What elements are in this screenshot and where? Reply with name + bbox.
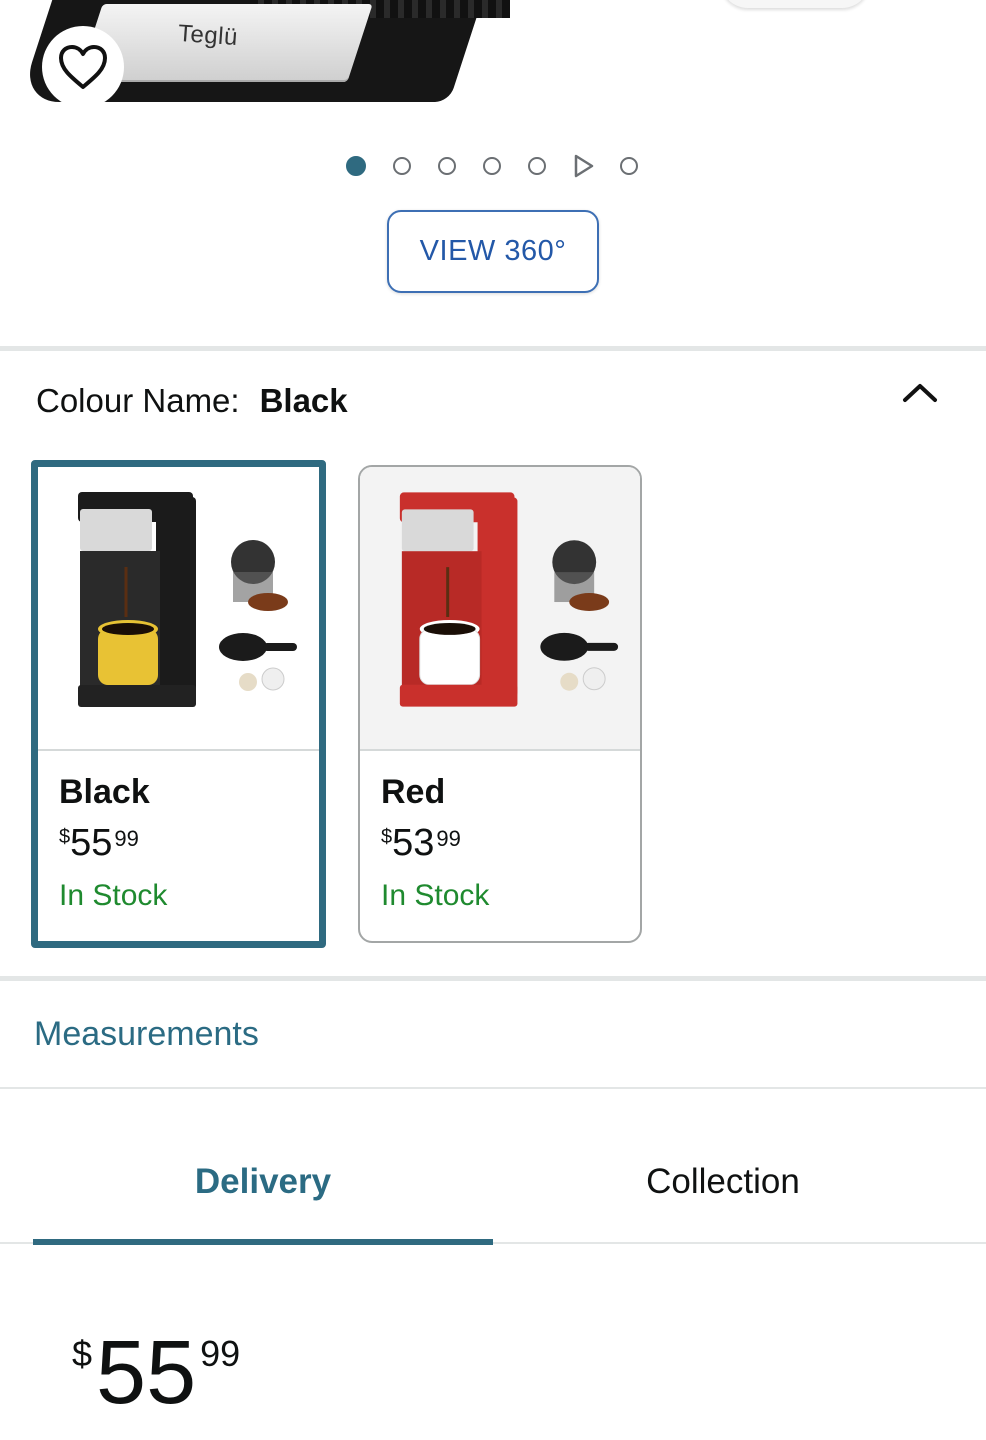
price-whole: 55 bbox=[96, 1323, 197, 1423]
tab-collection[interactable]: Collection bbox=[493, 1162, 953, 1202]
coffee-maker-image bbox=[360, 467, 640, 749]
option-price: $5599 bbox=[59, 822, 319, 865]
price-cents: 99 bbox=[200, 1333, 241, 1374]
view-360-button[interactable]: VIEW 360° bbox=[387, 210, 599, 293]
tab-delivery[interactable]: Delivery bbox=[33, 1162, 493, 1202]
section-divider bbox=[0, 1087, 986, 1089]
carousel-dot[interactable] bbox=[620, 157, 638, 175]
section-divider bbox=[0, 976, 986, 981]
brand-text: Teglü bbox=[177, 19, 239, 52]
colour-option-black[interactable]: Black $5599 In Stock bbox=[31, 460, 326, 948]
currency-symbol: $ bbox=[59, 826, 71, 848]
colour-option-red[interactable]: Red $5399 In Stock bbox=[358, 465, 642, 943]
option-name: Black bbox=[59, 773, 150, 811]
chevron-up-icon[interactable] bbox=[900, 378, 940, 408]
stock-status: In Stock bbox=[59, 879, 168, 912]
currency-symbol: $ bbox=[381, 826, 393, 848]
accessory-image-fragment bbox=[720, 0, 870, 8]
price-display: $55 99 bbox=[72, 1328, 240, 1418]
currency-symbol: $ bbox=[72, 1333, 93, 1374]
carousel-dot[interactable] bbox=[393, 157, 411, 175]
heart-icon bbox=[59, 45, 107, 89]
coffee-maker-image bbox=[38, 467, 319, 749]
carousel-dot[interactable] bbox=[483, 157, 501, 175]
wishlist-button[interactable] bbox=[42, 26, 124, 108]
measurements-link[interactable]: Measurements bbox=[34, 1015, 259, 1054]
colour-name-row: Colour Name: Black bbox=[36, 382, 348, 420]
stock-status: In Stock bbox=[381, 879, 490, 912]
carousel-dot[interactable] bbox=[438, 157, 456, 175]
option-thumbnail bbox=[360, 467, 640, 751]
carousel-dot[interactable] bbox=[528, 157, 546, 175]
colour-name-label: Colour Name: bbox=[36, 382, 240, 419]
price-whole: 55 bbox=[70, 822, 113, 864]
carousel-indicator bbox=[346, 154, 665, 178]
video-play-icon[interactable] bbox=[573, 154, 595, 178]
selected-colour: Black bbox=[259, 382, 348, 419]
active-tab-indicator bbox=[33, 1239, 493, 1245]
price-cents: 99 bbox=[114, 826, 139, 851]
option-name: Red bbox=[381, 773, 446, 811]
product-image[interactable]: Teglü bbox=[0, 0, 986, 140]
option-price: $5399 bbox=[381, 822, 640, 865]
price-whole: 53 bbox=[392, 822, 435, 864]
section-divider bbox=[0, 346, 986, 351]
option-thumbnail bbox=[38, 467, 319, 751]
carousel-dot-active[interactable] bbox=[346, 156, 366, 176]
price-cents: 99 bbox=[436, 826, 461, 851]
